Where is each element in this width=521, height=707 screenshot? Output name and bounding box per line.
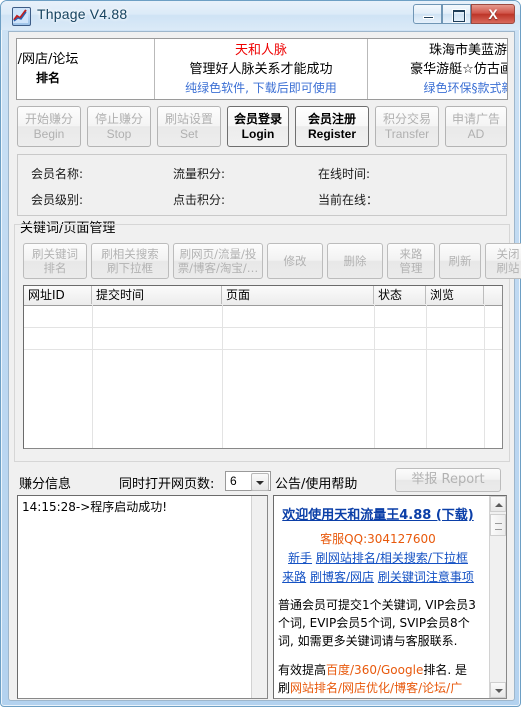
- modify-button[interactable]: 修改: [267, 243, 323, 279]
- column-header-extra[interactable]: [484, 286, 504, 304]
- scroll-down-icon[interactable]: [490, 682, 506, 698]
- ad-title: 珠海市美蓝游艇: [428, 42, 507, 58]
- url-list-table[interactable]: 网址ID 提交时间 页面 状态 浏览: [23, 285, 503, 449]
- help-links-line-1: 新手 刷网站排名/相关搜索/下拉框: [278, 549, 478, 568]
- ad-apply-button[interactable]: 申请广告 AD: [445, 106, 507, 147]
- delete-button[interactable]: 删除: [327, 243, 383, 279]
- para2-prefix: 有效提高: [278, 663, 327, 677]
- earn-info-label: 赚分信息: [19, 477, 72, 492]
- application-window: Thpage V4.88 X /网店/论坛 排名 天和人脉 管理好人脉关系才能成…: [0, 0, 521, 707]
- refresh-keyword-rank-button[interactable]: 刷关键词 排名: [23, 243, 87, 279]
- member-name-label: 会员名称:: [31, 167, 84, 181]
- maximize-button[interactable]: [442, 4, 471, 24]
- maximize-icon: [453, 10, 465, 22]
- close-button[interactable]: X: [471, 4, 515, 24]
- pages-count-dropdown[interactable]: 6: [225, 471, 271, 491]
- help-links-line-2: 来路 刷博客/网店 刷关键词注意事项: [278, 568, 478, 587]
- refresh-related-search-button[interactable]: 刷相关搜索 刷下拉框: [91, 243, 169, 279]
- advertisement-banner[interactable]: /网店/论坛 排名 天和人脉 管理好人脉关系才能成功 纯绿色软件, 下载后即可使…: [16, 38, 508, 100]
- main-toolbar: 开始赚分 Begin 停止赚分 Stop 刷站设置 Set 会员登录 Login…: [17, 106, 507, 149]
- pages-count-label: 同时打开网页数:: [119, 477, 215, 492]
- minimize-button[interactable]: [413, 4, 442, 24]
- begin-button[interactable]: 开始赚分 Begin: [17, 106, 81, 147]
- link-site-rank[interactable]: 刷网站排名/相关搜索/下拉框: [316, 551, 468, 565]
- transfer-button[interactable]: 积分交易 Transfer: [375, 106, 439, 147]
- para2-services: 网站排名/网店优化/博客/论坛/广告/: [290, 681, 463, 695]
- earn-log-panel[interactable]: 14:15:28->程序启动成功!: [17, 495, 268, 699]
- column-header-status[interactable]: 状态: [374, 286, 426, 304]
- current-online-label: 当前在线：: [318, 193, 379, 207]
- keyword-management-group: 刷关键词 排名 刷相关搜索 刷下拉框 刷网页/流量/投 票/博客/淘宝/… 修改…: [14, 224, 521, 462]
- refresh-page-traffic-button[interactable]: 刷网页/流量/投 票/博客/淘宝/…: [173, 243, 263, 279]
- announcement-paragraph-2: 有效提高百度/360/Google排名. 是刷网站排名/网店优化/博客/论坛/广…: [278, 661, 478, 698]
- scrollbar-thumb[interactable]: [490, 514, 506, 536]
- log-scrollbar[interactable]: [251, 496, 267, 698]
- ad-sub: 排名: [35, 71, 60, 85]
- column-header-views[interactable]: 浏览: [426, 286, 484, 304]
- ad-desc: 管理好人脉关系才能成功: [189, 61, 333, 77]
- close-icon: X: [488, 6, 498, 22]
- announce-label: 公告/使用帮助: [275, 477, 358, 492]
- table-row[interactable]: [24, 327, 502, 350]
- support-qq: 客服QQ:304127600: [320, 532, 436, 546]
- referrer-management-button[interactable]: 来路 管理: [387, 243, 435, 279]
- ad-desc: 豪华游艇☆仿古画舫船: [410, 61, 507, 77]
- stop-button[interactable]: 停止赚分 Stop: [87, 106, 151, 147]
- column-header-submit-time[interactable]: 提交时间: [92, 286, 222, 304]
- announcement-panel[interactable]: 欢迎使用天和流量王4.88 (下载) 客服QQ:304127600 新手 刷网站…: [273, 495, 507, 699]
- table-header-row: 网址ID 提交时间 页面 状态 浏览: [24, 286, 502, 306]
- set-button[interactable]: 刷站设置 Set: [157, 106, 221, 147]
- link-newbie[interactable]: 新手: [288, 551, 312, 565]
- online-time-label: 在线时间:: [318, 167, 371, 181]
- report-button[interactable]: 举报 Report: [395, 468, 501, 492]
- link-blog-shop[interactable]: 刷博客/网店: [310, 570, 374, 584]
- login-button[interactable]: 会员登录 Login: [227, 106, 289, 147]
- column-header-url-id[interactable]: 网址ID: [24, 286, 92, 304]
- announcement-title[interactable]: 欢迎使用天和流量王4.88 (下载): [278, 506, 478, 526]
- announcement-scrollbar[interactable]: [489, 496, 506, 698]
- ad-cell-1[interactable]: /网店/论坛 排名: [17, 39, 155, 99]
- member-info-panel: 会员名称: 流量积分: 在线时间: 会员级别: 点击积分: 当前在线：: [17, 154, 507, 216]
- ad-sub: 绿色环保§款式新颖: [423, 80, 507, 95]
- member-level-label: 会员级别:: [31, 193, 84, 207]
- para2-engines: 百度/360/Google: [326, 663, 424, 677]
- keyword-toolbar: 刷关键词 排名 刷相关搜索 刷下拉框 刷网页/流量/投 票/博客/淘宝/… 修改…: [23, 243, 521, 281]
- click-points-label: 点击积分:: [173, 193, 226, 207]
- refresh-button[interactable]: 刷新: [439, 243, 481, 279]
- log-text: 14:15:28->程序启动成功!: [22, 500, 168, 514]
- chart-line-icon: [12, 7, 31, 26]
- advertisement-strip: /网店/论坛 排名 天和人脉 管理好人脉关系才能成功 纯绿色软件, 下载后即可使…: [17, 39, 507, 99]
- ad-sub: 纯绿色软件, 下载后即可使用: [185, 80, 337, 95]
- column-header-page[interactable]: 页面: [222, 286, 374, 304]
- pages-count-value: 6: [230, 474, 237, 488]
- register-button[interactable]: 会员注册 Register: [295, 106, 369, 147]
- traffic-points-label: 流量积分:: [173, 167, 226, 181]
- table-row[interactable]: [24, 305, 502, 328]
- ad-cell-2[interactable]: 天和人脉 管理好人脉关系才能成功 纯绿色软件, 下载后即可使用: [155, 39, 368, 99]
- minimize-icon: [423, 16, 434, 19]
- title-bar[interactable]: Thpage V4.88 X: [1, 1, 520, 30]
- ad-title: 天和人脉: [234, 42, 287, 58]
- ad-desc: /网店/论坛: [17, 52, 79, 67]
- client-area: /网店/论坛 排名 天和人脉 管理好人脉关系才能成功 纯绿色软件, 下载后即可使…: [8, 31, 521, 701]
- ad-cell-3[interactable]: 珠海市美蓝游艇 豪华游艇☆仿古画舫船 绿色环保§款式新颖: [368, 39, 507, 99]
- announcement-paragraph-1: 普通会员可提交1个关键词, VIP会员3个词, EVIP会员5个词, SVIP会…: [278, 598, 476, 648]
- link-referrer[interactable]: 来路: [282, 570, 306, 584]
- window-title: Thpage V4.88: [37, 6, 128, 22]
- link-keyword-notes[interactable]: 刷关键词注意事项: [378, 570, 474, 584]
- announcement-content: 欢迎使用天和流量王4.88 (下载) 客服QQ:304127600 新手 刷网站…: [278, 500, 478, 698]
- close-refresh-button[interactable]: 关闭 刷站: [485, 243, 521, 279]
- scroll-up-icon[interactable]: [490, 496, 506, 512]
- chevron-down-icon[interactable]: [251, 473, 269, 491]
